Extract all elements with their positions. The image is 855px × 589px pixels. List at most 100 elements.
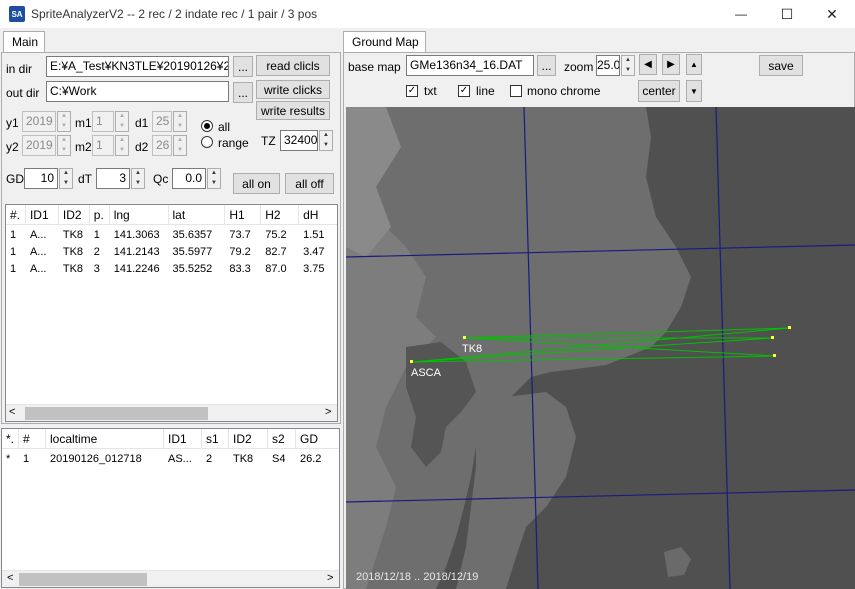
col-header[interactable]: ID2 — [59, 205, 90, 224]
y1-input[interactable]: 2019 — [22, 111, 56, 132]
pan-down-button[interactable]: ▼ — [686, 80, 702, 102]
table-cell: 1 — [10, 229, 17, 241]
col-header[interactable]: p. — [90, 205, 110, 224]
m1-input[interactable]: 1 — [92, 111, 114, 132]
scroll-thumb[interactable] — [25, 407, 208, 420]
scroll-left-arrow[interactable]: < — [7, 572, 13, 584]
col-header[interactable]: s2 — [268, 429, 296, 448]
y2-label: y2 — [6, 140, 19, 154]
col-header[interactable]: lng — [110, 205, 169, 224]
m1-label: m1 — [75, 116, 92, 130]
y2-input[interactable]: 2019 — [22, 135, 56, 156]
zoom-input[interactable]: 25.0 — [596, 55, 620, 76]
m1-spinner[interactable]: ▲ ▼ — [115, 111, 129, 132]
maximize-button[interactable]: ☐ — [764, 0, 810, 28]
col-header[interactable]: dH — [299, 205, 337, 224]
table-row[interactable]: * 1 20190126_012718 AS... 2 TK8 S4 26.2 — [2, 452, 339, 469]
title-bar: SA SpriteAnalyzerV2 -- 2 rec / 2 indate … — [0, 0, 855, 28]
col-header[interactable]: #. — [6, 205, 26, 224]
app-icon: SA — [9, 6, 25, 22]
ground-map-svg — [346, 107, 855, 589]
write-results-button[interactable]: write results — [256, 101, 330, 120]
mono-chrome-checkbox[interactable] — [510, 85, 522, 97]
y2-spinner[interactable]: ▲ ▼ — [57, 135, 71, 156]
read-clicks-button[interactable]: read clicls — [256, 55, 330, 76]
out-dir-input[interactable]: C:¥Work — [46, 81, 229, 102]
ground-map-canvas[interactable]: TK8 ASCA 2018/12/18 .. 2018/12/19 — [346, 107, 855, 589]
tab-ground-map[interactable]: Ground Map — [343, 31, 426, 53]
dt-label: dT — [78, 172, 93, 186]
table-cell: 3.75 — [303, 263, 325, 275]
qc-input[interactable]: 0.0 — [172, 168, 206, 189]
scroll-right-arrow[interactable]: > — [327, 572, 333, 584]
table-cell: 1.51 — [303, 229, 325, 241]
col-header[interactable]: s1 — [202, 429, 229, 448]
dt-spinner[interactable]: ▲ ▼ — [131, 168, 145, 189]
col-header[interactable]: # — [19, 429, 46, 448]
pan-left-button[interactable]: ◀ — [639, 54, 657, 75]
line-checkbox[interactable]: ✓ — [458, 85, 470, 97]
table-cell: TK8 — [62, 229, 84, 241]
pairs-hscrollbar[interactable]: < > — [2, 570, 339, 587]
tz-spinner[interactable]: ▲ ▼ — [319, 130, 333, 151]
col-header[interactable]: H2 — [261, 205, 300, 224]
out-dir-browse-button[interactable]: ... — [233, 82, 253, 103]
table-row[interactable]: 1 A... TK8 1 141.3063 35.6357 73.7 75.2 … — [6, 228, 337, 245]
scroll-right-arrow[interactable]: > — [325, 406, 331, 418]
dt-input[interactable]: 3 — [96, 168, 130, 189]
zoom-spinner[interactable]: ▲ ▼ — [621, 55, 635, 76]
base-map-browse-button[interactable]: ... — [537, 55, 556, 76]
radio-range[interactable] — [201, 136, 213, 148]
positions-hscrollbar[interactable]: < > — [6, 404, 337, 421]
tab-main[interactable]: Main — [3, 31, 46, 53]
tz-input[interactable]: 32400 — [280, 130, 318, 151]
col-header[interactable]: localtime — [46, 429, 164, 448]
col-header[interactable]: GD — [296, 429, 332, 448]
pairs-table[interactable]: *. # localtime ID1 s1 ID2 s2 GD * 1 2019… — [1, 428, 340, 588]
in-dir-input[interactable]: E:¥A_Test¥KN3TLE¥20190126¥2 — [46, 56, 229, 77]
radio-range-label: range — [218, 136, 249, 150]
radio-all[interactable] — [201, 120, 213, 132]
col-header[interactable]: lat — [169, 205, 226, 224]
d2-spinner[interactable]: ▲ ▼ — [173, 135, 187, 156]
gd-spinner[interactable]: ▲ ▼ — [59, 168, 73, 189]
save-button[interactable]: save — [759, 55, 803, 76]
write-clicks-button[interactable]: write clicks — [256, 80, 330, 99]
positions-table[interactable]: #. ID1 ID2 p. lng lat H1 H2 dH 1 A... TK… — [5, 204, 338, 422]
gd-input[interactable]: 10 — [24, 168, 58, 189]
scroll-thumb[interactable] — [19, 573, 147, 586]
scroll-left-arrow[interactable]: < — [9, 406, 15, 418]
pairs-table-header: *. # localtime ID1 s1 ID2 s2 GD — [2, 429, 339, 449]
table-row[interactable]: 1 A... TK8 2 141.2143 35.5977 79.2 82.7 … — [6, 245, 337, 262]
d2-input[interactable]: 26 — [152, 135, 172, 156]
y1-spinner[interactable]: ▲ ▼ — [57, 111, 71, 132]
all-on-button[interactable]: all on — [233, 173, 280, 194]
d1-input[interactable]: 25 — [152, 111, 172, 132]
pan-up-button[interactable]: ▲ — [686, 54, 702, 75]
in-dir-browse-button[interactable]: ... — [233, 56, 253, 77]
col-header[interactable]: ID1 — [26, 205, 59, 224]
col-header[interactable]: *. — [2, 429, 19, 448]
mono-chrome-label: mono chrome — [527, 84, 601, 98]
txt-checkbox[interactable]: ✓ — [406, 85, 418, 97]
qc-spinner[interactable]: ▲ ▼ — [207, 168, 221, 189]
table-cell: 3 — [93, 263, 100, 275]
station-point — [410, 360, 413, 363]
col-header[interactable]: ID1 — [164, 429, 202, 448]
radio-all-label: all — [218, 120, 231, 134]
center-button[interactable]: center — [638, 80, 680, 102]
pan-right-button[interactable]: ▶ — [662, 54, 680, 75]
minimize-button[interactable]: — — [718, 0, 764, 28]
d1-spinner[interactable]: ▲ ▼ — [173, 111, 187, 132]
col-header[interactable]: H1 — [225, 205, 262, 224]
table-row[interactable]: 1 A... TK8 3 141.2246 35.5252 83.3 87.0 … — [6, 262, 337, 279]
col-header[interactable]: ID2 — [229, 429, 268, 448]
table-cell: 3.47 — [303, 246, 325, 258]
table-cell: 73.7 — [229, 229, 251, 241]
table-cell: 26.2 — [300, 453, 322, 465]
m2-input[interactable]: 1 — [92, 135, 114, 156]
m2-spinner[interactable]: ▲ ▼ — [115, 135, 129, 156]
base-map-input[interactable]: GMe136n34_16.DAT — [406, 55, 534, 76]
close-button[interactable]: ✕ — [809, 0, 855, 28]
all-off-button[interactable]: all off — [285, 173, 334, 194]
